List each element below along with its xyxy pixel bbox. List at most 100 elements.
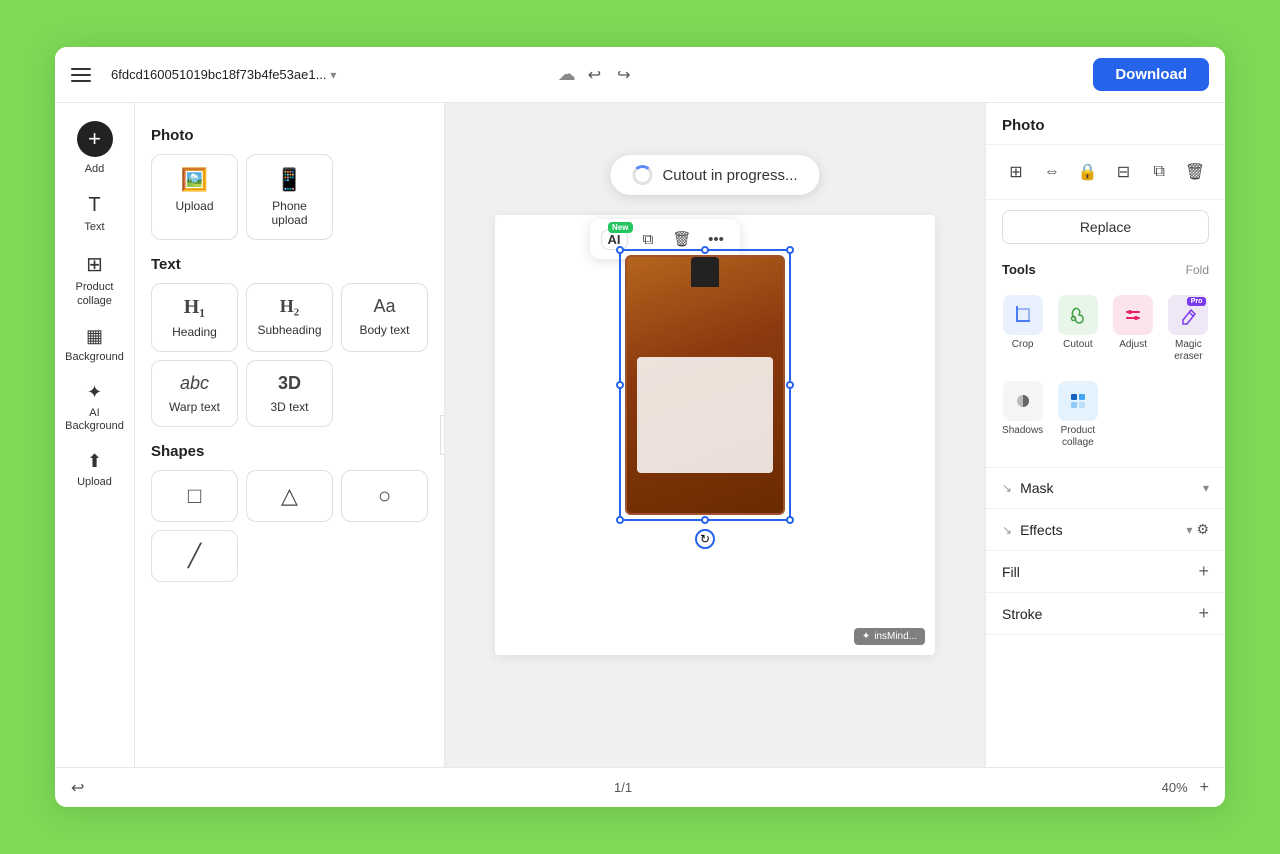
mask-label: Mask xyxy=(1020,480,1053,496)
shadows-label: Shadows xyxy=(1002,425,1043,437)
layers-button[interactable]: ⊞ xyxy=(999,155,1033,189)
sidebar-item-product-collage[interactable]: ⊞ Product collage xyxy=(61,244,129,313)
stroke-label: Stroke xyxy=(1002,606,1042,622)
rp-tools-section-title: Tools Fold xyxy=(986,254,1225,283)
phone-upload-item[interactable]: 📱 Phone upload xyxy=(246,154,333,240)
more-options-button[interactable]: ••• xyxy=(700,223,732,255)
sidebar-item-upload[interactable]: ⬆ Upload xyxy=(61,443,129,495)
fill-add-button[interactable]: + xyxy=(1198,561,1209,582)
title-caret[interactable]: ▾ xyxy=(330,68,336,82)
selection-handle-tr[interactable] xyxy=(786,246,794,254)
magic-eraser-tool[interactable]: Pro Magic eraser xyxy=(1164,289,1213,369)
effects-title: ↘ Effects xyxy=(1002,522,1063,538)
product-collage-icon: ⊞ xyxy=(86,252,103,277)
crop-icon xyxy=(1003,295,1043,335)
duplicate-button[interactable]: ⧉ xyxy=(1142,155,1176,189)
cutout-icon xyxy=(1058,295,1098,335)
phone-upload-icon: 📱 xyxy=(276,167,303,193)
canvas-area[interactable]: Cutout in progress... AI New ⧉ 🗑 ••• xyxy=(445,103,985,767)
zoom-in-button[interactable]: + xyxy=(1200,779,1209,797)
effects-header[interactable]: ↘ Effects ▾ ⚙ xyxy=(986,509,1225,550)
product-image xyxy=(625,255,785,515)
cutout-banner: Cutout in progress... xyxy=(610,155,819,195)
cutout-tool[interactable]: Cutout xyxy=(1053,289,1102,369)
menu-button[interactable] xyxy=(71,61,99,89)
delete-element-button[interactable]: 🗑 xyxy=(666,223,698,255)
upload-photo-item[interactable]: 🖼️ Upload xyxy=(151,154,238,240)
mask-angle-icon: ↘ xyxy=(1002,481,1012,495)
mask-header[interactable]: ↘ Mask ▾ xyxy=(986,468,1225,508)
sidebar-item-background[interactable]: ▦ Background xyxy=(61,318,129,370)
3d-text-icon: 3D xyxy=(278,373,301,394)
upload-photo-label: Upload xyxy=(175,199,213,213)
title-text: 6fdcd160051019bc18f73b4fe53ae1... xyxy=(111,67,326,82)
warp-text-icon: abc xyxy=(180,373,209,394)
adjust-icon xyxy=(1113,295,1153,335)
insmind-logo: ✦ xyxy=(862,631,870,642)
heading-item[interactable]: H₁ Heading xyxy=(151,283,238,352)
text-grid: H₁ Heading H₂ Subheading Aa Body text ab… xyxy=(151,283,428,427)
mask-title: ↘ Mask xyxy=(1002,480,1054,496)
pro-badge: Pro xyxy=(1187,297,1207,306)
upload-icon: ⬆ xyxy=(87,451,102,472)
align-button[interactable]: ⊟ xyxy=(1106,155,1140,189)
redo-button[interactable]: ↪ xyxy=(613,61,634,89)
mask-section: ↘ Mask ▾ xyxy=(986,468,1225,509)
text-section-title: Text xyxy=(151,256,428,273)
icon-sidebar: + Add T Text ⊞ Product collage ▦ Backgro… xyxy=(55,103,135,767)
copy-element-button[interactable]: ⧉ xyxy=(632,223,664,255)
selection-handle-bl[interactable] xyxy=(616,516,624,524)
product-collage-icon xyxy=(1058,381,1098,421)
delete-button[interactable]: 🗑 xyxy=(1178,155,1212,189)
add-label: Add xyxy=(85,163,105,176)
crop-tool[interactable]: Crop xyxy=(998,289,1047,369)
product-image-wrapper[interactable] xyxy=(625,255,785,515)
sidebar-item-text[interactable]: T Text xyxy=(61,186,129,240)
undo-button[interactable]: ↩ xyxy=(584,61,605,89)
triangle-item[interactable]: △ xyxy=(246,470,333,522)
shadows-tool[interactable]: Shadows xyxy=(998,375,1047,455)
lock-button[interactable]: 🔒 xyxy=(1071,155,1105,189)
cloud-save-icon[interactable]: ☁ xyxy=(558,64,576,85)
add-button[interactable]: + Add xyxy=(61,113,129,182)
selection-handle-bm[interactable] xyxy=(701,516,709,524)
effects-collapse-arrow: ▾ xyxy=(1186,523,1192,537)
warp-text-item[interactable]: abc Warp text xyxy=(151,360,238,427)
flip-button[interactable]: ⇔ xyxy=(1035,155,1069,189)
selection-handle-lm[interactable] xyxy=(616,381,624,389)
stroke-add-button[interactable]: + xyxy=(1198,603,1209,624)
circle-item[interactable]: ○ xyxy=(341,470,428,522)
add-icon[interactable]: + xyxy=(77,121,113,157)
rotate-handle[interactable]: ↻ xyxy=(695,529,715,549)
effects-settings-button[interactable]: ⚙ xyxy=(1196,521,1209,538)
3d-text-item[interactable]: 3D 3D text xyxy=(246,360,333,427)
selection-handle-br[interactable] xyxy=(786,516,794,524)
adjust-tool[interactable]: Adjust xyxy=(1109,289,1158,369)
body-text-item[interactable]: Aa Body text xyxy=(341,283,428,352)
replace-button[interactable]: Replace xyxy=(1002,210,1209,244)
float-toolbar: AI New ⧉ 🗑 ••• xyxy=(590,219,740,259)
sidebar-ai-bg-label: AI Background xyxy=(65,407,125,433)
bottom-bar: ↩ 1/1 40% + xyxy=(55,767,1225,807)
product-collage-tool[interactable]: Product collage xyxy=(1053,375,1102,455)
subheading-item[interactable]: H₂ Subheading xyxy=(246,283,333,352)
rectangle-item[interactable]: □ xyxy=(151,470,238,522)
fold-link[interactable]: Fold xyxy=(1186,263,1209,277)
sidebar-bg-label: Background xyxy=(65,351,124,364)
subheading-icon: H₂ xyxy=(280,296,299,317)
bottom-undo-button[interactable]: ↩ xyxy=(71,778,84,798)
cutout-spinner xyxy=(632,165,652,185)
page-info: 1/1 xyxy=(614,780,632,795)
download-button[interactable]: Download xyxy=(1093,58,1209,91)
canvas-frame: Cutout in progress... AI New ⧉ 🗑 ••• xyxy=(495,215,935,655)
sidebar-item-ai-background[interactable]: ✦ AI Background xyxy=(61,374,129,439)
selection-handle-rm[interactable] xyxy=(786,381,794,389)
ai-cutout-button[interactable]: AI New xyxy=(598,223,630,255)
new-badge: New xyxy=(608,222,632,233)
line-item[interactable]: ╱ xyxy=(151,530,238,582)
warp-text-label: Warp text xyxy=(169,400,220,414)
photo-section-title: Photo xyxy=(151,127,428,144)
sidebar-upload-label: Upload xyxy=(77,476,112,489)
rectangle-icon: □ xyxy=(188,483,201,509)
subheading-label: Subheading xyxy=(257,323,321,337)
